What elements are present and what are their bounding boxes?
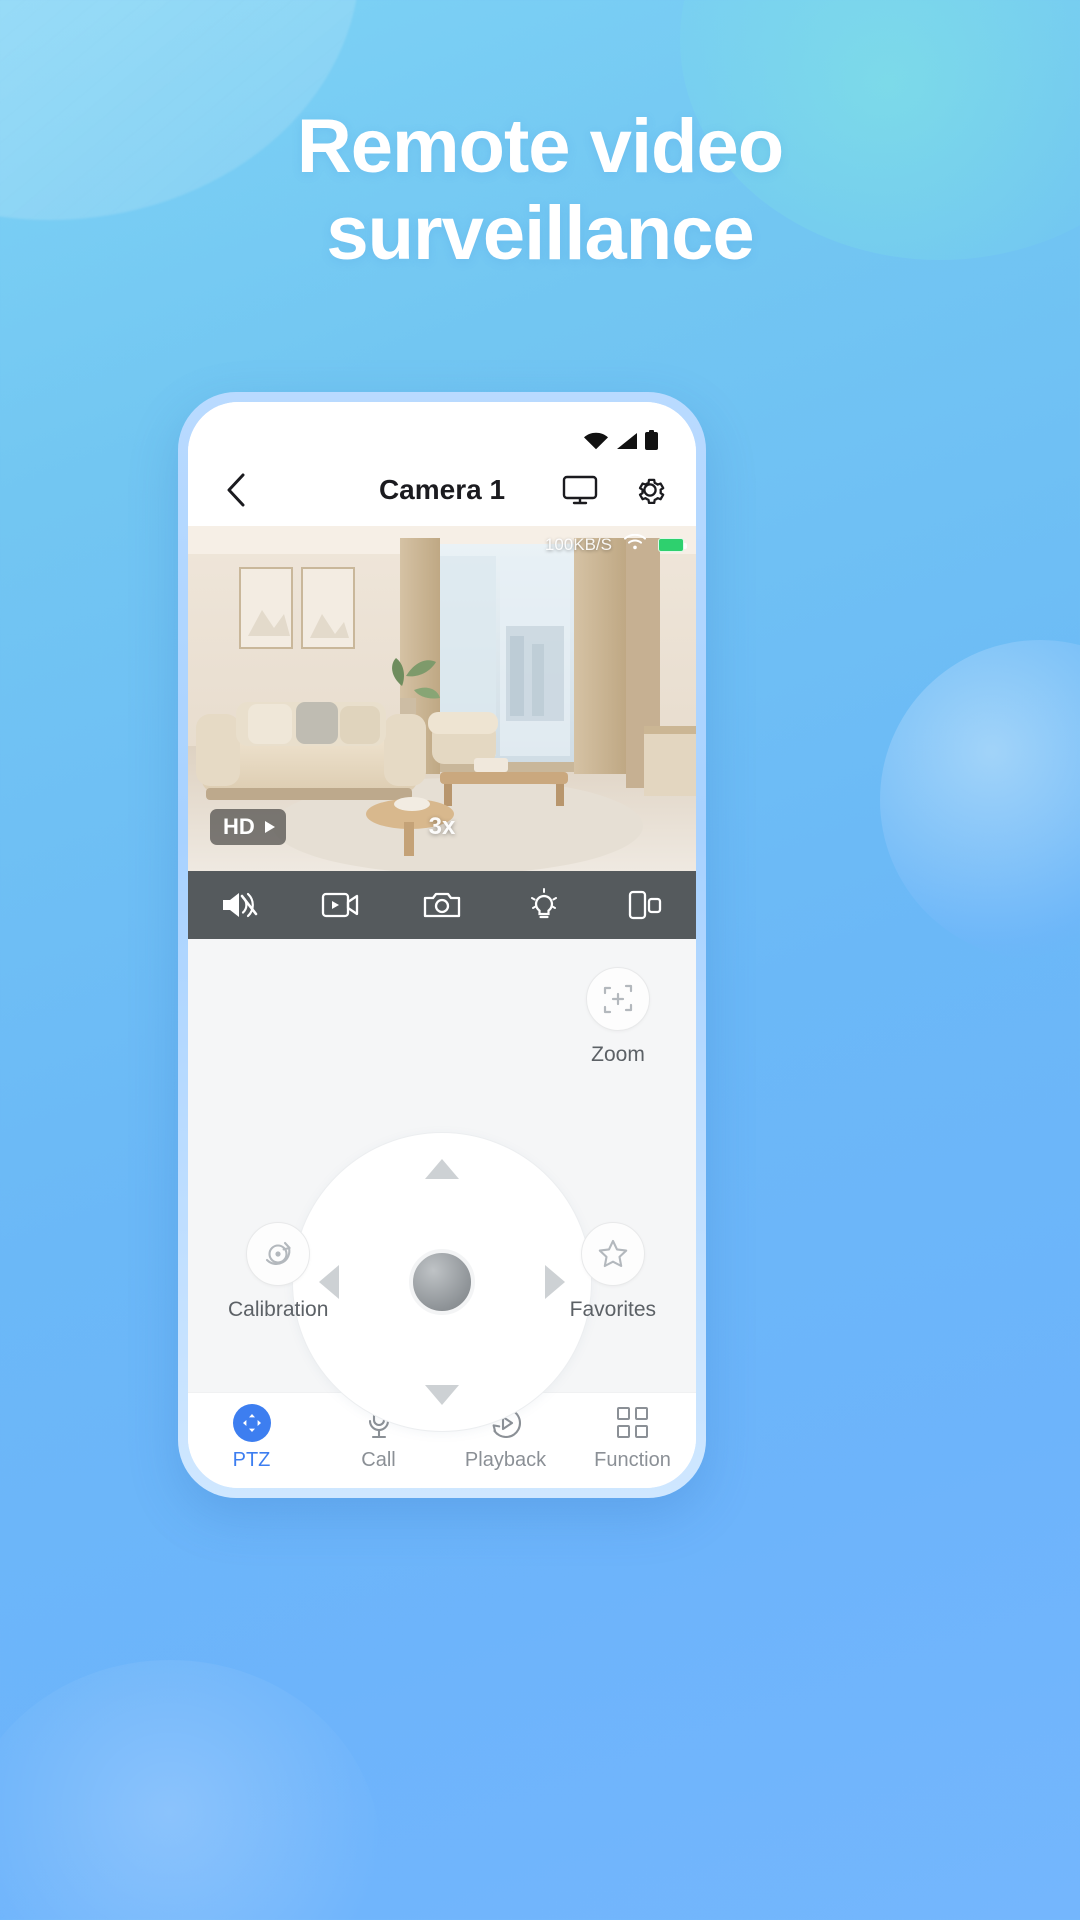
play-triangle-icon bbox=[264, 814, 276, 840]
triangle-up-icon[interactable] bbox=[425, 1159, 459, 1179]
zoom-control[interactable]: Zoom bbox=[586, 967, 650, 1067]
gear-icon[interactable] bbox=[630, 470, 670, 510]
headline-line-1: Remote video bbox=[296, 104, 784, 189]
triangle-down-icon[interactable] bbox=[425, 1385, 459, 1405]
quality-label: HD bbox=[223, 814, 255, 839]
decorative-blob-right bbox=[880, 640, 1080, 960]
nav-label-playback: Playback bbox=[464, 1448, 547, 1471]
calibration-icon[interactable] bbox=[246, 1222, 311, 1286]
calibration-control[interactable]: Calibration bbox=[228, 1222, 328, 1322]
calibration-label: Calibration bbox=[228, 1298, 329, 1321]
star-icon[interactable] bbox=[580, 1222, 645, 1286]
zoom-target-icon[interactable] bbox=[586, 967, 650, 1031]
snapshot-camera-icon[interactable] bbox=[391, 890, 493, 920]
video-quality-badge[interactable]: HD bbox=[210, 809, 286, 845]
ptz-dial[interactable] bbox=[292, 1132, 592, 1432]
battery-icon bbox=[645, 430, 658, 450]
joystick-knob[interactable] bbox=[409, 1249, 475, 1315]
zoom-level-indicator: 3x bbox=[428, 813, 456, 840]
promo-headline: Remote video surveillance bbox=[0, 104, 1080, 277]
live-video-feed[interactable]: 100KB/S HD 3x bbox=[188, 526, 696, 871]
back-button[interactable] bbox=[214, 468, 258, 512]
wifi-icon bbox=[624, 533, 646, 555]
light-bulb-icon[interactable] bbox=[493, 888, 595, 922]
video-overlay-status: 100KB/S bbox=[200, 533, 687, 555]
nav-label-call: Call bbox=[361, 1448, 396, 1471]
status-bar bbox=[188, 402, 696, 454]
zoom-label: Zoom bbox=[591, 1043, 645, 1066]
ptz-move-icon bbox=[232, 1403, 271, 1442]
favorites-label: Favorites bbox=[569, 1298, 656, 1321]
phone-screen: Camera 1 100KB/S HD 3x Zoom Calibration … bbox=[188, 402, 696, 1488]
video-toolbar bbox=[188, 871, 696, 939]
nav-label-function: Function bbox=[594, 1448, 671, 1471]
cellular-signal-icon bbox=[616, 432, 638, 450]
decorative-blob-bottom-left bbox=[0, 1660, 380, 1920]
phone-mockup: Camera 1 100KB/S HD 3x Zoom Calibration … bbox=[178, 392, 706, 1498]
record-video-icon[interactable] bbox=[290, 890, 392, 920]
headline-line-2: surveillance bbox=[326, 190, 754, 276]
grid-function-icon bbox=[617, 1404, 648, 1442]
nav-label-ptz: PTZ bbox=[232, 1448, 271, 1471]
bitrate-label: 100KB/S bbox=[544, 534, 612, 554]
wifi-icon bbox=[583, 432, 609, 450]
multi-screen-icon[interactable] bbox=[594, 890, 696, 920]
navbar-actions bbox=[560, 470, 670, 510]
mute-icon[interactable] bbox=[188, 888, 290, 922]
triangle-right-icon[interactable] bbox=[545, 1265, 565, 1299]
battery-full-icon bbox=[658, 537, 687, 552]
monitor-icon[interactable] bbox=[560, 470, 600, 510]
favorites-control[interactable]: Favorites bbox=[570, 1222, 656, 1322]
app-navigation-bar: Camera 1 bbox=[188, 454, 696, 526]
ptz-joystick[interactable] bbox=[292, 1132, 592, 1432]
ptz-control-panel: Zoom Calibration Favorites bbox=[188, 939, 696, 1432]
